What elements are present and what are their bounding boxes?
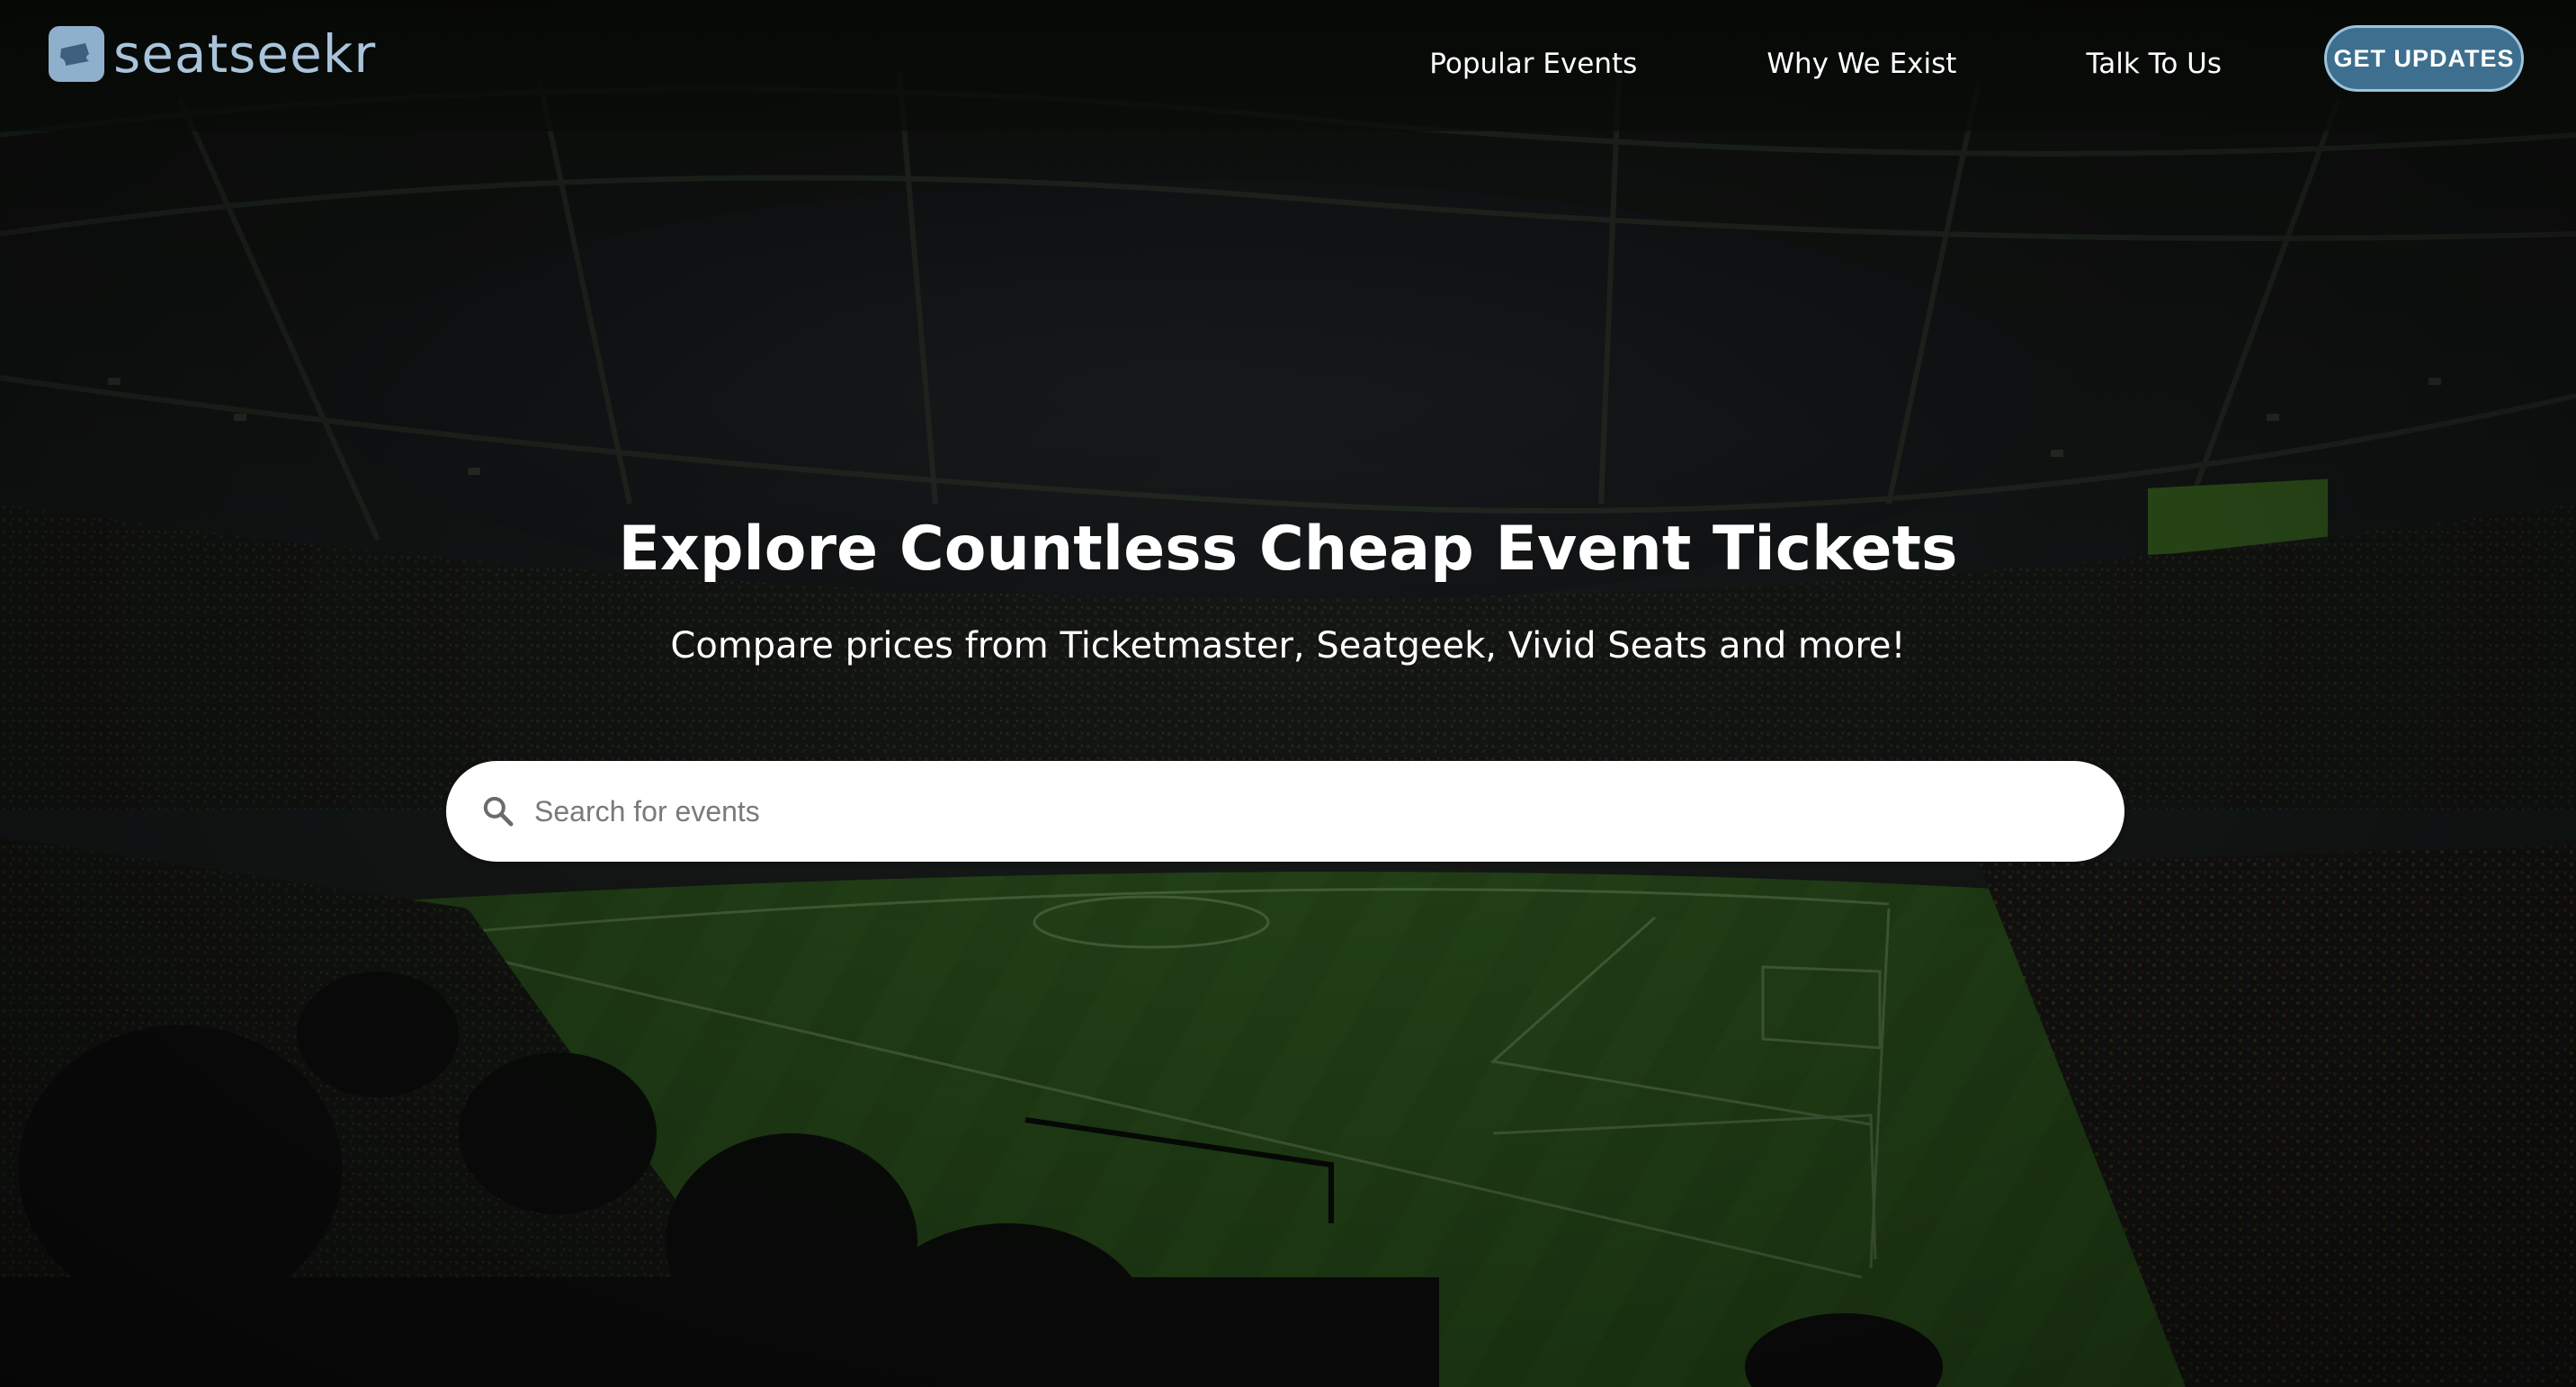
- brand-name: seatseekr: [113, 23, 377, 85]
- hero-title: Explore Countless Cheap Event Tickets: [618, 514, 1958, 585]
- ticket-icon: [49, 26, 104, 82]
- search-icon: [479, 792, 518, 831]
- hero-subtitle: Compare prices from Ticketmaster, Seatge…: [670, 625, 1906, 667]
- stadium-background-image: [0, 0, 2576, 1387]
- nav-talk-to-us[interactable]: Talk To Us: [2086, 40, 2222, 88]
- get-updates-button[interactable]: GET UPDATES: [2324, 25, 2524, 92]
- brand-logo[interactable]: seatseekr: [49, 25, 376, 83]
- page: seatseekr Popular Events Why We Exist Ta…: [0, 0, 2576, 1387]
- site-header: seatseekr Popular Events Why We Exist Ta…: [0, 0, 2576, 131]
- main-nav: Popular Events Why We Exist Talk To Us: [1429, 40, 2222, 88]
- search-bar[interactable]: [446, 761, 2124, 862]
- search-input[interactable]: [532, 774, 2065, 848]
- nav-popular-events[interactable]: Popular Events: [1429, 40, 1637, 88]
- nav-why-we-exist[interactable]: Why We Exist: [1767, 40, 1956, 88]
